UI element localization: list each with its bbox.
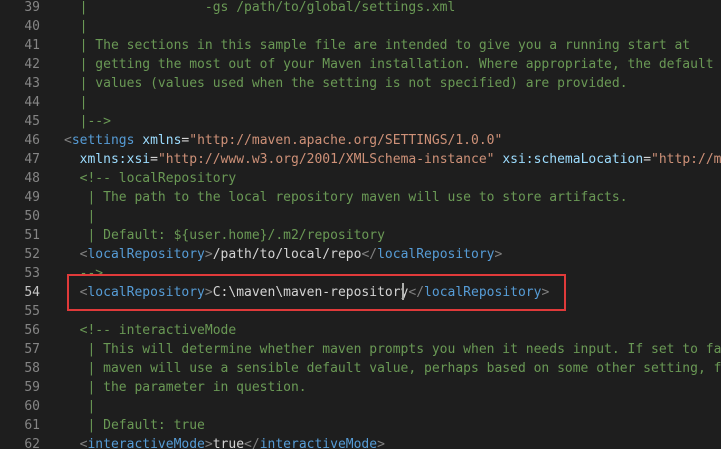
line-number: 42 [24, 57, 40, 72]
line-number: 50 [24, 209, 40, 224]
code-token: <!-- interactiveMode [64, 323, 237, 338]
code-line: <localRepository>/path/to/local/repo</lo… [64, 245, 503, 264]
code-token: localRepository [87, 247, 205, 262]
line-number: 57 [24, 342, 40, 357]
code-line: | [64, 17, 88, 36]
code-token: | Default: true [64, 418, 205, 433]
code-token: > [204, 437, 213, 449]
code-token: | The path to the local repository maven… [64, 190, 628, 205]
line-number: 49 [24, 190, 40, 205]
code-token: xmlns:xsi [79, 152, 151, 167]
code-token: > [494, 247, 503, 262]
code-line: |--> [64, 112, 111, 131]
line-number: 60 [24, 399, 40, 414]
code-line: xmlns:xsi="http://www.w3.org/2001/XMLSch… [64, 150, 721, 169]
line-number: 44 [24, 95, 40, 110]
code-token: interactiveMode [259, 437, 378, 449]
line-number-gutter: 39 40 41 42 43 44 45 46 47 48 49 50 51 52 53 54 55 56 57 58… [0, 0, 54, 449]
code-line: | [64, 397, 95, 416]
code-line: <!-- interactiveMode [64, 321, 237, 340]
code-token: xmlns [142, 133, 182, 148]
code-token: </ [244, 437, 260, 449]
code-token: -gs /path/to/global/settings.xml [95, 0, 456, 15]
code-line: | The path to the local repository maven… [64, 188, 628, 207]
code-token: "http://mav [651, 152, 721, 167]
code-line: | Default: ${user.home}/.m2/repository [64, 226, 385, 245]
code-line: | [64, 207, 95, 226]
code-line: <!-- localRepository [64, 169, 237, 188]
code-token: xsi:schemaLocation [502, 152, 644, 167]
code-token: | The sections in this sample file are i… [64, 38, 691, 53]
line-number: 48 [24, 171, 40, 186]
line-number: 47 [24, 152, 40, 167]
line-number: 39 [24, 0, 40, 15]
code-line: <settings xmlns="http://maven.apache.org… [64, 131, 502, 150]
code-line: | getting the most out of your Maven ins… [64, 55, 714, 74]
text-cursor [402, 283, 404, 300]
code-token: < [64, 133, 72, 148]
line-number: 43 [24, 76, 40, 91]
code-token: | getting the most out of your Maven ins… [64, 57, 714, 72]
line-number: 45 [24, 114, 40, 129]
line-number: 52 [24, 247, 40, 262]
code-token: > [204, 247, 213, 262]
line-number: 40 [24, 19, 40, 34]
code-token: | Default: ${user.home}/.m2/repository [64, 228, 385, 243]
code-token: |--> [64, 114, 111, 129]
line-number: 53 [24, 266, 40, 281]
code-token: | [64, 95, 88, 110]
code-token: | maven will use a sensible default valu… [64, 361, 721, 376]
line-number: 55 [24, 304, 40, 319]
code-token: | the parameter in question. [64, 380, 307, 395]
code-token: | [64, 19, 88, 34]
highlight-annotation-box [67, 274, 566, 311]
line-number: 46 [24, 133, 40, 148]
code-token: settings [71, 133, 135, 148]
line-number: 54 [24, 285, 40, 300]
code-token: | values (values used when the setting i… [64, 76, 628, 91]
code-token: | This will determine whether maven prom… [64, 342, 721, 357]
line-number: 51 [24, 228, 40, 243]
line-number: 58 [24, 361, 40, 376]
code-token: = [643, 152, 652, 167]
code-token: | [64, 0, 96, 15]
code-editor[interactable]: 39 40 41 42 43 44 45 46 47 48 49 50 51 52 53 54 55 56 57 58… [0, 0, 721, 449]
code-line: | -gs /path/to/global/settings.xml [64, 0, 456, 17]
code-line: | This will determine whether maven prom… [64, 340, 721, 359]
code-line: | maven will use a sensible default valu… [64, 359, 721, 378]
code-line: <interactiveMode>true</interactiveMode> [64, 435, 385, 449]
code-line: | [64, 93, 88, 112]
line-number: 61 [24, 418, 40, 433]
code-token: "http://maven.apache.org/SETTINGS/1.0.0" [189, 133, 503, 148]
line-number: 62 [24, 437, 40, 449]
code-token: localRepository [377, 247, 495, 262]
code-token: <!-- localRepository [64, 171, 237, 186]
code-token: interactiveMode [87, 437, 205, 449]
code-token: > [377, 437, 385, 449]
code-token: | [64, 209, 96, 224]
code-token: | [64, 399, 96, 414]
code-line: | the parameter in question. [64, 378, 307, 397]
line-number: 59 [24, 380, 40, 395]
code-token: "http://www.w3.org/2001/XMLSchema-instan… [157, 152, 495, 167]
code-token: /path/to/local/repo [212, 247, 362, 262]
code-line: | Default: true [64, 416, 205, 435]
code-line: | The sections in this sample file are i… [64, 36, 691, 55]
line-number: 41 [24, 38, 40, 53]
code-line: | values (values used when the setting i… [64, 74, 628, 93]
code-token: </ [361, 247, 378, 262]
line-number: 56 [24, 323, 40, 338]
code-area[interactable]: | -gs /path/to/global/settings.xml | | T… [64, 0, 721, 449]
code-token: = [150, 152, 158, 167]
code-token: true [212, 437, 245, 449]
